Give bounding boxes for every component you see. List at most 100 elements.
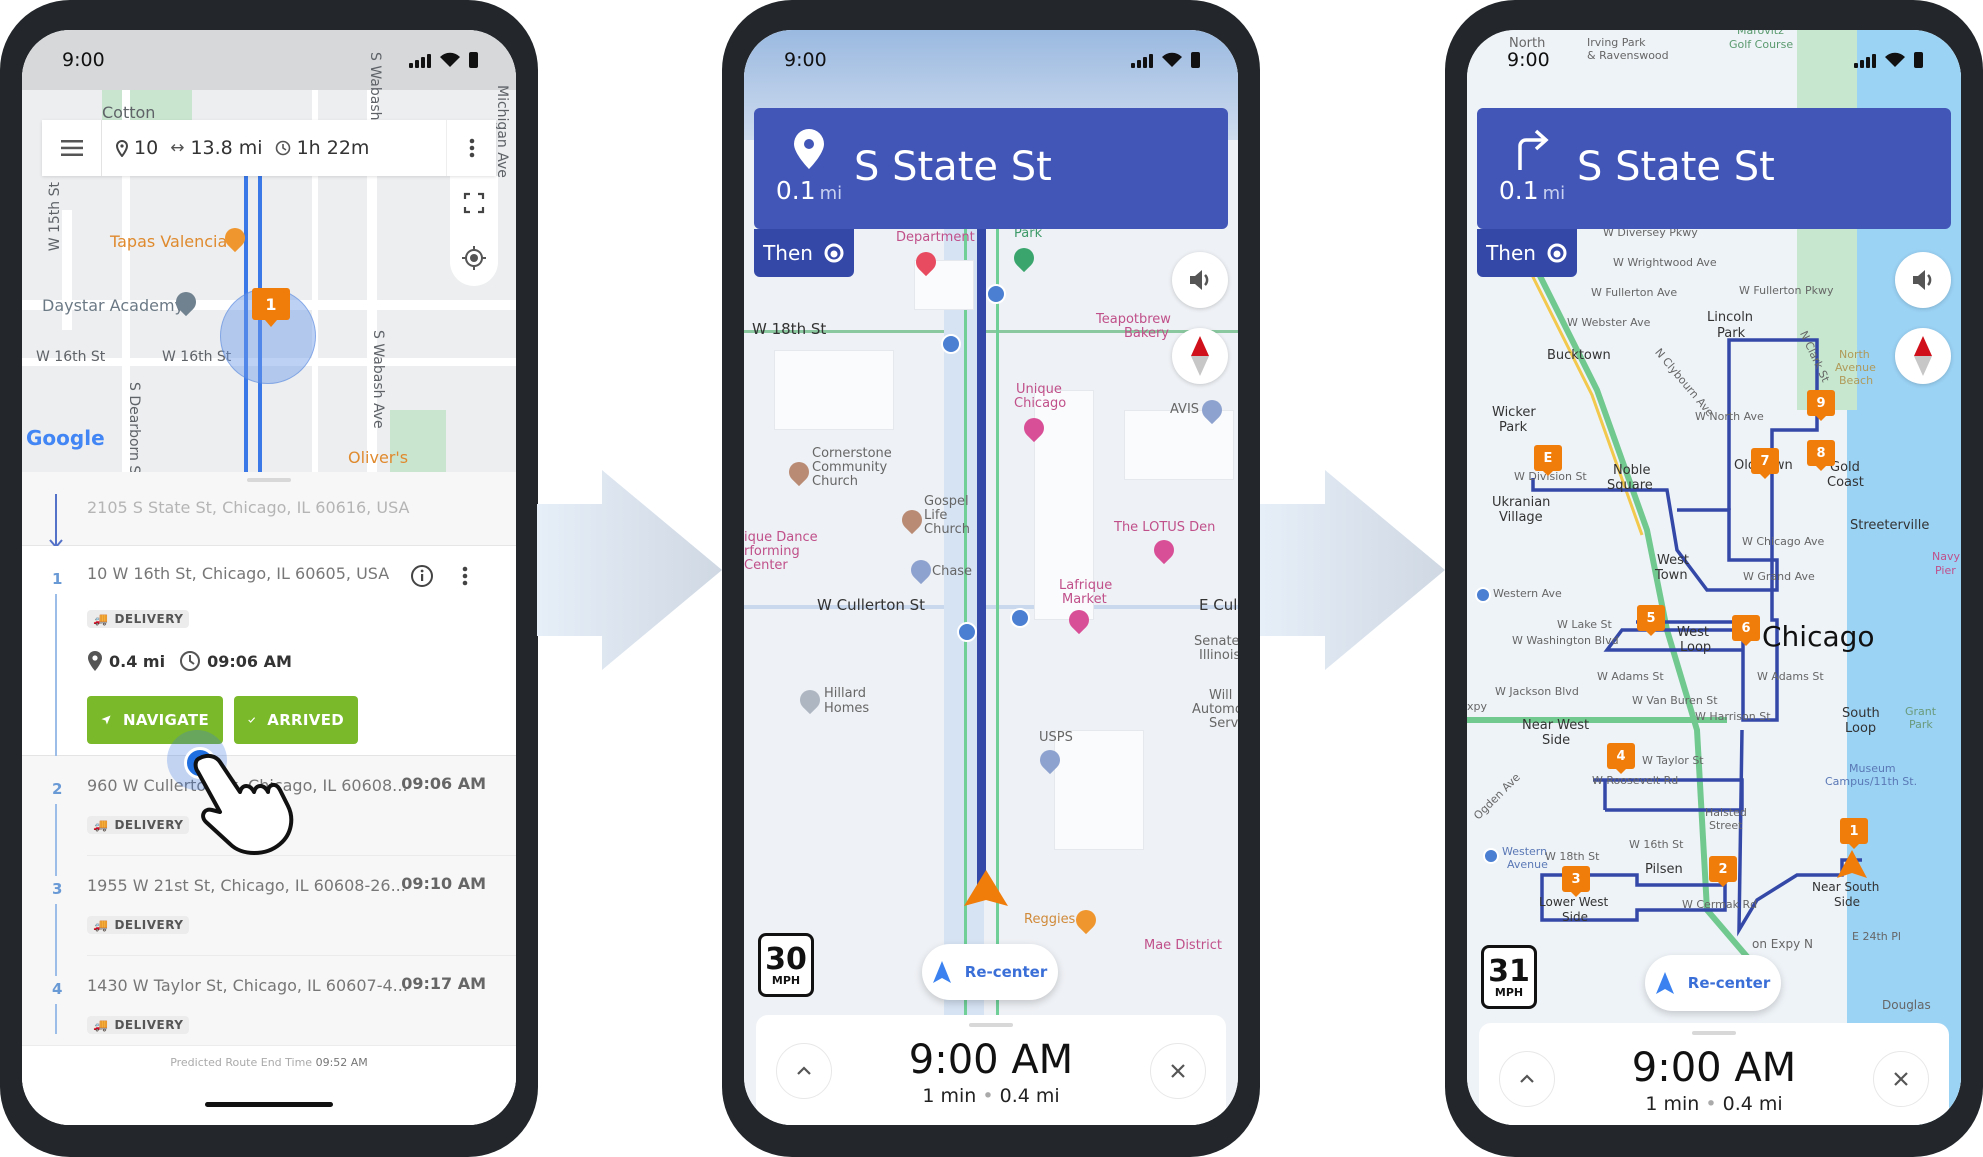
- truck-icon: 🚚: [93, 612, 109, 626]
- drag-handle[interactable]: [969, 1023, 1013, 1027]
- drag-handle[interactable]: [1692, 1031, 1736, 1035]
- truck-icon: 🚚: [93, 1018, 109, 1032]
- compass-button[interactable]: [1895, 328, 1951, 384]
- map-label: W Jackson Blvd: [1495, 685, 1579, 698]
- status-time: 9:00: [62, 49, 105, 71]
- navigation-arrow-icon: [932, 961, 951, 983]
- then-maneuver[interactable]: Then: [1477, 229, 1577, 277]
- compass-button[interactable]: [1172, 328, 1228, 384]
- map-label: Serv: [1209, 716, 1238, 731]
- map-label: W Cullerton St: [817, 596, 926, 614]
- close-icon: [1171, 1064, 1185, 1078]
- stop-address: 1955 W 21st St, Chicago, IL 60608-26...: [87, 876, 406, 895]
- map-label: Museum: [1849, 762, 1896, 775]
- map-label: Illinois: [1199, 648, 1238, 663]
- signal-icon: [409, 54, 431, 68]
- map-label: Side: [1542, 733, 1571, 748]
- maneuver-banner[interactable]: 0.1 mi S State St: [754, 108, 1228, 229]
- map-label: W Adams St: [1757, 670, 1824, 683]
- more-options-button[interactable]: [446, 120, 496, 176]
- map-label: Park: [1717, 326, 1746, 341]
- map-label: W 16th St: [1629, 838, 1684, 851]
- stop-marker[interactable]: 8: [1807, 440, 1835, 471]
- arrived-button[interactable]: ARRIVED: [234, 696, 358, 744]
- close-navigation-button[interactable]: [1873, 1051, 1929, 1107]
- location-pin-icon: [88, 651, 102, 671]
- map-label: South: [1842, 706, 1880, 721]
- stop-marker-end[interactable]: E: [1534, 445, 1562, 476]
- start-address: 2105 S State St, Chicago, IL 60616, USA: [87, 498, 410, 517]
- wifi-icon: [1885, 52, 1905, 67]
- home-indicator[interactable]: [205, 1102, 333, 1107]
- map-label: Michigan Ave: [494, 85, 510, 178]
- status-time: 9:00: [784, 49, 827, 71]
- stop-marker[interactable]: 3: [1562, 866, 1590, 897]
- map-label: Avenue: [1507, 858, 1548, 871]
- timeline: [55, 594, 57, 756]
- speaker-icon: [1190, 270, 1209, 290]
- my-location-icon[interactable]: [461, 245, 487, 271]
- map-label: W Van Buren St: [1632, 694, 1718, 707]
- vehicle-position-icon: [964, 870, 1008, 906]
- sound-button[interactable]: [1895, 252, 1951, 308]
- stop-card-active[interactable]: 1 10 W 16th St, Chicago, IL 60605, USA 🚚…: [22, 546, 516, 756]
- map-label: W 18th St: [752, 320, 827, 338]
- stop-marker[interactable]: 5: [1637, 605, 1665, 636]
- kebab-menu-icon: [469, 138, 474, 158]
- place-pin-icon: [795, 685, 825, 715]
- map-label: W Harrison St: [1695, 710, 1771, 723]
- delivery-badge: 🚚 DELIVERY: [87, 916, 190, 934]
- stop-marker[interactable]: 1: [252, 288, 290, 327]
- map-label: W 16th St: [36, 349, 106, 365]
- status-time: 9:00: [1507, 49, 1550, 71]
- map-label: Town: [1655, 568, 1688, 583]
- stop-marker[interactable]: 1: [1840, 818, 1868, 849]
- stop-marker[interactable]: 4: [1607, 743, 1635, 774]
- map-label: West: [1677, 625, 1709, 640]
- map-label: Daystar Academy: [42, 296, 184, 315]
- destination-ring-icon: [824, 243, 844, 263]
- vehicle-position-icon: [1837, 850, 1867, 878]
- stop-marker[interactable]: 9: [1807, 390, 1835, 421]
- menu-button[interactable]: [42, 120, 102, 176]
- recenter-button[interactable]: Re-center: [1645, 955, 1781, 1011]
- route-toolbar: 10 ↔ 13.8 mi 1h 22m: [42, 120, 496, 176]
- map-label: Noble: [1613, 463, 1651, 478]
- map-label: Reggies: [1024, 912, 1076, 927]
- drag-handle[interactable]: [247, 478, 291, 482]
- then-maneuver[interactable]: Then: [754, 229, 854, 277]
- recenter-button[interactable]: Re-center: [922, 944, 1058, 1000]
- sound-button[interactable]: [1172, 252, 1228, 308]
- timeline: [55, 956, 57, 976]
- stop-marker[interactable]: 7: [1751, 448, 1779, 479]
- phone-navigation-overview: E 9 8 7 6 5 4 3 2 1 North Irving Park & …: [1445, 0, 1983, 1157]
- map-label: W Fullerton Pkwy: [1739, 284, 1834, 297]
- map-label: Navy: [1932, 550, 1960, 563]
- stop-row[interactable]: 3 1955 W 21st St, Chicago, IL 60608-26..…: [22, 856, 516, 956]
- map-label: Near West: [1522, 718, 1590, 733]
- map[interactable]: Cotton S Wabash Michigan Ave W 15th St T…: [22, 30, 516, 472]
- close-navigation-button[interactable]: [1150, 1043, 1206, 1099]
- stop-marker[interactable]: 2: [1709, 856, 1737, 887]
- bus-stop-icon: [941, 334, 961, 354]
- fullscreen-icon[interactable]: [463, 192, 485, 214]
- transit-station-icon: [1483, 848, 1499, 864]
- bus-stop-icon: [957, 622, 977, 642]
- map-label: E 24th Pl: [1852, 930, 1901, 943]
- phone-route-list: Cotton S Wabash Michigan Ave W 15th St T…: [0, 0, 538, 1157]
- building: [1124, 410, 1234, 480]
- map-label: W Webster Ave: [1567, 316, 1651, 329]
- status-bar: 9:00: [1467, 30, 1961, 90]
- map-label: Coast: [1827, 475, 1864, 490]
- maneuver-banner[interactable]: 0.1 mi S State St: [1477, 108, 1951, 229]
- start-location-row[interactable]: 2105 S State St, Chicago, IL 60616, USA: [22, 484, 516, 549]
- wifi-icon: [440, 52, 460, 67]
- stop-row[interactable]: 4 1430 W Taylor St, Chicago, IL 60607-4.…: [22, 956, 516, 1056]
- stop-marker[interactable]: 6: [1732, 615, 1760, 646]
- map-label: Park: [1499, 420, 1528, 435]
- building: [1054, 730, 1144, 850]
- stops-count: 10: [116, 137, 158, 159]
- stop-more-icon[interactable]: [462, 566, 468, 586]
- info-icon[interactable]: [410, 564, 434, 588]
- clock-icon: [180, 651, 201, 671]
